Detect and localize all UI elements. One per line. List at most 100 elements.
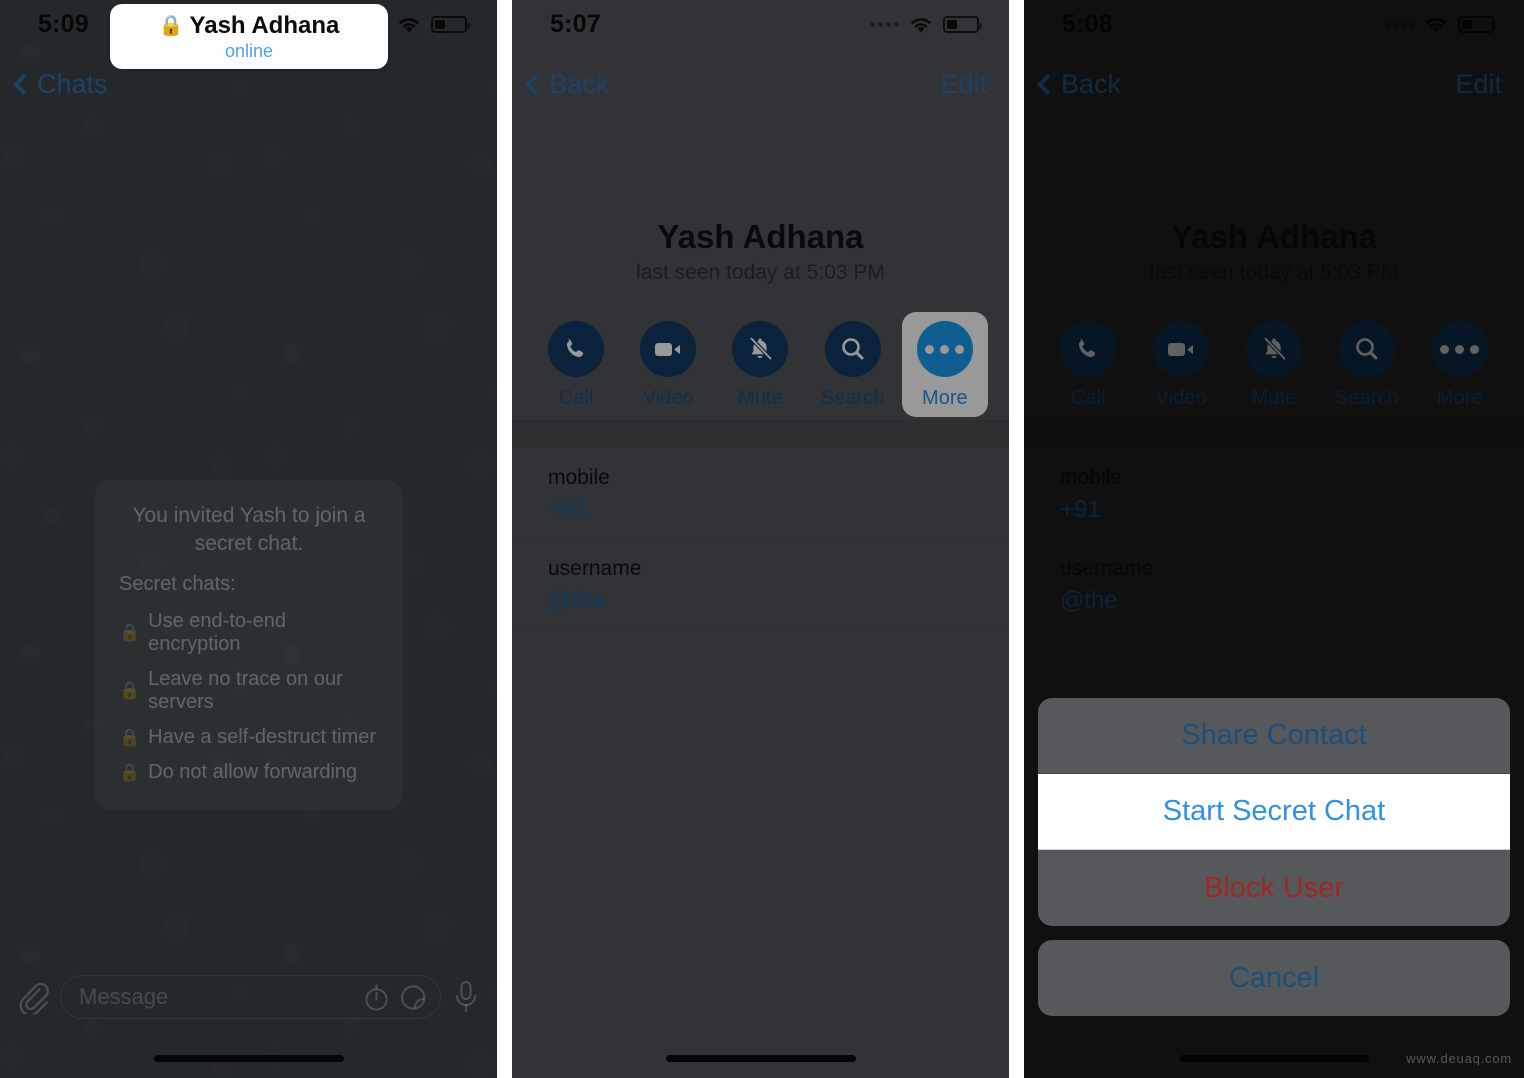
- block-user-button[interactable]: Block User: [1038, 850, 1510, 926]
- lock-icon: 🔒: [119, 623, 141, 643]
- action-sheet-panel: 5:08 Back Edit Yash Adhana last seen tod…: [1024, 0, 1524, 1078]
- panel-divider: [497, 0, 512, 1078]
- battery-icon: [943, 15, 982, 33]
- info-value: +91: [1060, 496, 1101, 523]
- profile-name: Yash Adhana: [1170, 218, 1377, 255]
- chat-title-highlight[interactable]: 🔒 Yash Adhana online: [110, 4, 388, 69]
- lock-icon: 🔒: [119, 681, 141, 701]
- bell-slash-icon: [1245, 321, 1302, 377]
- action-search[interactable]: Search: [810, 312, 896, 417]
- wifi-icon: [1426, 17, 1446, 32]
- action-video[interactable]: Video: [625, 312, 711, 417]
- secret-notice-item: 🔒 Leave no trace on our servers: [119, 668, 379, 714]
- action-label: Mute: [1251, 387, 1297, 409]
- status-indicators: [870, 15, 982, 34]
- wifi-icon: [399, 17, 419, 32]
- profile-name: Yash Adhana: [657, 218, 864, 255]
- action-more[interactable]: More: [901, 312, 988, 417]
- chevron-left-icon: [1036, 73, 1059, 95]
- contact-info-row[interactable]: username @the: [1024, 539, 1524, 630]
- secret-chat-notice: You invited Yash to join a secret chat. …: [95, 480, 403, 811]
- back-label: Back: [1061, 68, 1122, 99]
- secret-notice-item-label: Have a self-destruct timer: [148, 726, 377, 749]
- ellipsis-icon: [1431, 321, 1488, 377]
- back-button[interactable]: Back: [1036, 68, 1122, 100]
- back-button[interactable]: Back: [524, 69, 609, 100]
- section-separator: [1024, 420, 1524, 448]
- action-label: Call: [1071, 387, 1106, 409]
- microphone-icon[interactable]: [451, 980, 481, 1014]
- action-video[interactable]: Video: [1138, 312, 1224, 417]
- signal-dots-icon: [1385, 21, 1414, 27]
- status-bar: 5:07: [512, 0, 1009, 48]
- paperclip-icon[interactable]: [16, 980, 50, 1014]
- info-label: username: [548, 557, 642, 580]
- lock-icon: 🔒: [158, 14, 184, 37]
- ellipsis-icon: [916, 321, 973, 377]
- action-label: Search: [1335, 387, 1399, 409]
- status-time: 5:09: [38, 9, 89, 38]
- start-secret-chat-button[interactable]: Start Secret Chat: [1038, 774, 1510, 850]
- action-call[interactable]: Call: [533, 312, 619, 417]
- message-placeholder: Message: [79, 984, 169, 1009]
- info-label: mobile: [548, 466, 610, 489]
- self-destruct-timer-icon[interactable]: [362, 983, 391, 1012]
- profile-last-seen: last seen today at 5:03 PM: [636, 261, 885, 284]
- home-indicator: [153, 1055, 344, 1062]
- lock-icon: 🔒: [119, 727, 141, 747]
- action-mute[interactable]: Mute: [1231, 312, 1317, 417]
- chat-title: Yash Adhana: [189, 11, 340, 39]
- profile-action-row: Call Video Mute Search More: [1024, 312, 1524, 417]
- secret-notice-item: 🔒 Do not allow forwarding: [119, 761, 379, 784]
- cancel-button[interactable]: Cancel: [1038, 940, 1510, 1016]
- profile-panel: 5:07 Back Edit Yash Adhana last seen tod…: [512, 0, 1009, 1078]
- edit-button[interactable]: Edit: [940, 69, 987, 100]
- action-label: Search: [820, 387, 885, 409]
- chevron-left-icon: [12, 73, 35, 95]
- secret-notice-item: 🔒 Have a self-destruct timer: [119, 726, 379, 749]
- action-label: More: [922, 387, 968, 409]
- section-separator: [512, 420, 1009, 448]
- info-value: @the: [1060, 587, 1118, 614]
- status-time: 5:07: [550, 9, 601, 38]
- panel-divider: [1009, 0, 1024, 1078]
- home-indicator: [1179, 1055, 1369, 1062]
- status-bar: 5:08: [1024, 0, 1524, 48]
- contact-info-row[interactable]: mobile +91: [1024, 448, 1524, 539]
- contact-info-list: mobile +91 username @the: [1024, 448, 1524, 630]
- secret-notice-item-label: Do not allow forwarding: [148, 761, 358, 784]
- phone-icon: [548, 321, 605, 377]
- action-mute[interactable]: Mute: [717, 312, 803, 417]
- contact-info-row[interactable]: mobile +91: [512, 448, 1009, 539]
- secret-notice-item-label: Leave no trace on our servers: [148, 668, 343, 714]
- back-label: Chats: [37, 68, 108, 99]
- search-icon: [824, 321, 881, 377]
- back-to-chats-button[interactable]: Chats: [12, 68, 108, 100]
- chat-panel: 5:09 Chats You invited Yash to join a se…: [0, 0, 497, 1078]
- status-indicators: [1385, 15, 1497, 34]
- battery-icon: [431, 15, 470, 33]
- edit-button[interactable]: Edit: [1455, 69, 1502, 100]
- action-search[interactable]: Search: [1324, 312, 1410, 417]
- action-label: Mute: [738, 387, 783, 409]
- message-input-field[interactable]: Message: [60, 975, 441, 1019]
- chat-subtitle: online: [224, 40, 274, 61]
- contact-info-list: mobile +91 username @the: [512, 448, 1009, 630]
- home-indicator: [665, 1055, 856, 1062]
- action-more[interactable]: More: [1417, 312, 1503, 417]
- wifi-icon: [911, 17, 931, 32]
- info-value: @the: [548, 587, 606, 614]
- contact-info-row[interactable]: username @the: [512, 539, 1009, 630]
- share-contact-button[interactable]: Share Contact: [1038, 698, 1510, 774]
- action-label: Video: [642, 387, 694, 409]
- signal-dots-icon: [870, 21, 899, 27]
- video-camera-icon: [640, 321, 697, 377]
- sticker-icon[interactable]: [399, 983, 428, 1012]
- action-sheet: Share Contact Start Secret Chat Block Us…: [1038, 698, 1510, 1016]
- watermark: www.deuaq.com: [1406, 1051, 1512, 1066]
- navbar-avatar[interactable]: [429, 56, 483, 110]
- profile-action-row: Call Video Mute Search More: [512, 312, 1009, 417]
- action-call[interactable]: Call: [1045, 312, 1131, 417]
- profile-last-seen: last seen today at 5:03 PM: [1149, 261, 1399, 284]
- battery-icon: [1458, 15, 1497, 33]
